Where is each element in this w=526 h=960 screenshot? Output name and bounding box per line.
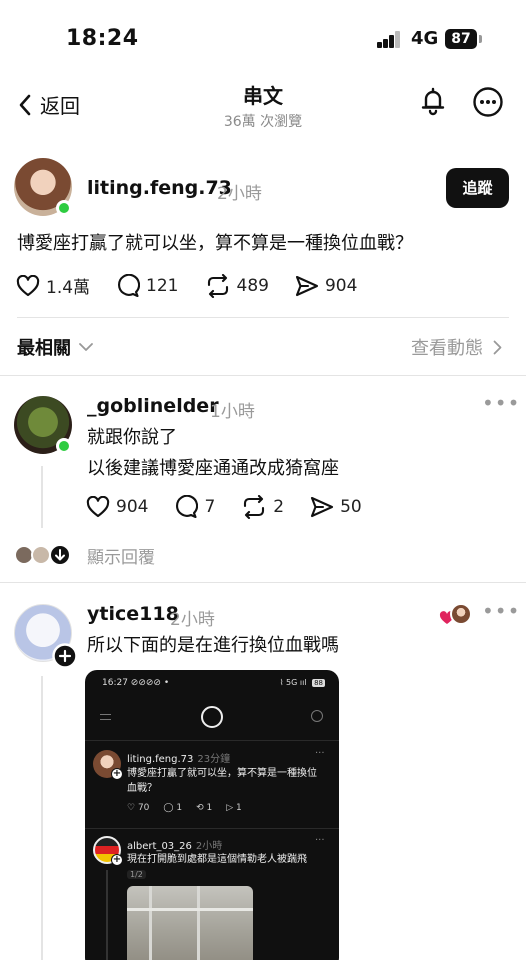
reply-actions: 904 7 2 50 <box>86 495 362 519</box>
repost-icon <box>207 273 228 298</box>
embed-status-right: ⌇ 5G ııl 88 <box>279 678 325 687</box>
embed-post-text-line: 博愛座打贏了就可以坐，算不算是一種換位 <box>127 768 317 779</box>
repost-count: 489 <box>236 275 269 296</box>
follow-button[interactable]: 追蹤 <box>446 168 509 208</box>
divider <box>0 582 526 583</box>
embed-share: ▷ 1 <box>226 803 242 813</box>
share-count: 50 <box>340 497 362 517</box>
embedded-screenshot[interactable]: 16:27 ⊘⊘⊘⊘ • ⌇ 5G ııl 88 + liting.feng.7… <box>85 670 339 960</box>
embed-photo <box>127 886 253 960</box>
view-activity-label: 查看動態 <box>411 338 483 359</box>
post-text: 博愛座打贏了就可以坐，算不算是一種換位血戰？ <box>17 233 413 254</box>
embed-more-icon: ··· <box>315 748 325 759</box>
more-options-icon[interactable] <box>472 86 504 118</box>
status-bar: 18:24 4G 87 <box>0 0 526 70</box>
more-icon[interactable]: ••• <box>482 391 520 415</box>
bell-icon[interactable] <box>418 86 448 116</box>
threads-logo-icon <box>201 706 223 728</box>
embed-reply-user: albert_03_26 2小時 <box>127 841 223 852</box>
sort-dropdown[interactable]: 最相關 <box>17 334 93 360</box>
embed-repost: ⟲ 1 <box>196 803 213 813</box>
embed-comment: ◯ 1 <box>163 803 183 813</box>
divider <box>0 375 526 376</box>
reply-username[interactable]: ytice118 <box>87 603 179 625</box>
more-icon[interactable]: ••• <box>482 599 520 623</box>
reply-text-line: 以後建議博愛座通通改成猗窩座 <box>87 458 339 479</box>
like-count: 904 <box>116 497 149 517</box>
view-activity-link[interactable]: 查看動態 <box>411 334 502 360</box>
online-indicator <box>56 438 72 454</box>
embed-search-icon <box>311 710 323 722</box>
embed-divider <box>85 828 339 829</box>
send-icon <box>295 275 319 296</box>
embed-like: ♡ 70 <box>127 803 150 813</box>
embed-post-text-line: 血戰？ <box>127 783 157 794</box>
embed-menu-icon <box>100 714 111 720</box>
embed-post-actions: ♡ 70 ◯ 1 ⟲ 1 ▷ 1 <box>127 803 242 813</box>
mini-avatar <box>31 545 51 565</box>
nav-bar: 返回 串文 36萬 次瀏覽 <box>0 74 526 134</box>
battery-nub <box>479 35 482 43</box>
send-icon <box>311 496 334 518</box>
embed-post-user: liting.feng.73 23分鐘 <box>127 754 231 765</box>
embed-status-time: 16:27 ⊘⊘⊘⊘ • <box>102 678 170 688</box>
post-actions: 1.4萬 121 489 904 <box>16 273 357 298</box>
heart-icon <box>86 496 110 518</box>
heart-icon <box>16 274 40 296</box>
battery-icon: 87 <box>445 29 477 49</box>
share-button[interactable]: 50 <box>310 496 362 518</box>
show-replies-link[interactable]: 顯示回覆 <box>87 543 155 568</box>
reply-text: 所以下面的是在進行換位血戰嗎 <box>87 635 339 656</box>
chevron-right-icon <box>493 340 502 354</box>
embed-page-badge: 1/2 <box>127 870 146 879</box>
comment-button[interactable]: 7 <box>174 495 215 519</box>
post-time: 2小時 <box>217 184 262 204</box>
embed-more-icon: ··· <box>315 835 325 846</box>
sort-label: 最相關 <box>17 338 71 359</box>
repost-button[interactable]: 2 <box>241 495 284 519</box>
signal-icon <box>377 30 403 48</box>
comment-button[interactable]: 121 <box>116 273 179 298</box>
repost-button[interactable]: 489 <box>205 273 269 298</box>
comment-count: 121 <box>146 275 179 296</box>
share-button[interactable]: 904 <box>295 275 357 297</box>
embed-divider <box>85 740 339 741</box>
repost-icon <box>244 495 265 519</box>
embed-thread-line <box>106 870 108 960</box>
plus-badge-icon[interactable] <box>52 643 78 669</box>
reply-time: 1小時 <box>210 402 255 422</box>
like-count: 1.4萬 <box>46 278 91 298</box>
reply-text-line: 就跟你說了 <box>87 427 177 448</box>
post-username[interactable]: liting.feng.73 <box>87 177 232 199</box>
share-count: 904 <box>324 275 358 296</box>
reply-time: 2小時 <box>170 610 215 630</box>
embed-reply-text: 現在打開脆到處都是這個情勒老人被踹飛 <box>127 854 307 865</box>
thread-line <box>41 676 43 960</box>
thread-line <box>41 466 43 528</box>
reply-username[interactable]: _goblinelder <box>87 395 219 417</box>
embed-plus-icon: + <box>111 768 123 780</box>
comment-count: 7 <box>204 497 216 517</box>
author-avatar <box>450 603 472 625</box>
embed-plus-icon: + <box>111 854 123 866</box>
like-button[interactable]: 1.4萬 <box>16 273 90 298</box>
like-button[interactable]: 904 <box>86 496 148 518</box>
arrow-down-circle-icon <box>49 544 71 566</box>
comment-icon <box>176 495 199 519</box>
comment-icon <box>118 273 141 297</box>
online-indicator <box>56 200 72 216</box>
network-label: 4G <box>411 28 439 49</box>
chevron-down-icon <box>79 343 93 351</box>
divider <box>17 317 509 318</box>
repost-count: 2 <box>273 497 285 517</box>
status-time: 18:24 <box>66 26 139 51</box>
